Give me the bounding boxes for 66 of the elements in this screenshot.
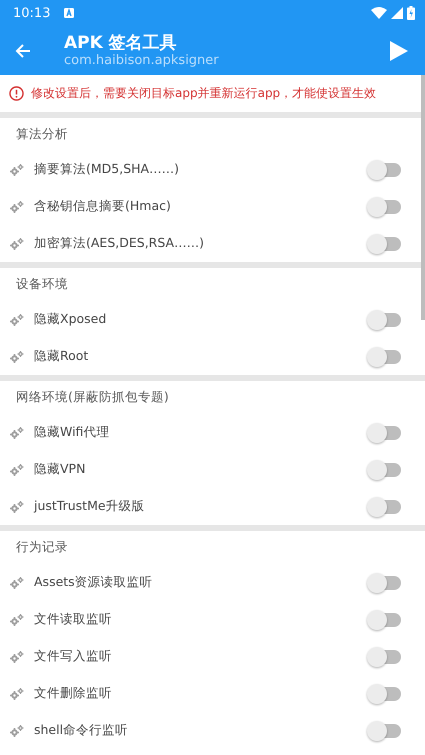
setting-row[interactable]: 加密算法(AES,DES,RSA……) xyxy=(0,225,425,262)
toggle-switch[interactable] xyxy=(369,162,401,176)
section-header: 行为记录 xyxy=(16,539,68,556)
gears-icon xyxy=(10,576,24,588)
setting-row[interactable]: 隐藏Wifi代理 xyxy=(0,414,425,451)
setting-label: 隐藏Xposed xyxy=(34,311,108,328)
setting-row[interactable]: justTrustMe升级版 xyxy=(0,488,425,525)
toggle-switch[interactable] xyxy=(369,612,401,626)
setting-row[interactable]: 文件删除监听 xyxy=(0,675,425,712)
setting-row[interactable]: 文件写入监听 xyxy=(0,638,425,675)
section-header: 算法分析 xyxy=(16,126,68,143)
setting-row[interactable]: 隐藏VPN xyxy=(0,451,425,488)
setting-row[interactable]: 含秘钥信息摘要(Hmac) xyxy=(0,188,425,225)
setting-row[interactable]: 摘要算法(MD5,SHA……) xyxy=(0,151,425,188)
gears-icon xyxy=(10,200,24,212)
setting-label: 加密算法(AES,DES,RSA……) xyxy=(34,235,205,252)
setting-label: justTrustMe升级版 xyxy=(34,498,146,515)
gears-icon xyxy=(10,464,24,476)
setting-label: 含秘钥信息摘要(Hmac) xyxy=(34,198,172,215)
toggle-switch[interactable] xyxy=(369,724,401,738)
setting-row[interactable]: shell命令行监听 xyxy=(0,712,425,749)
battery-icon xyxy=(407,6,415,20)
notification-icon xyxy=(64,8,74,18)
setting-row[interactable]: Assets资源读取监听 xyxy=(0,564,425,601)
section-header: 网络环境(屏蔽防抓包专题) xyxy=(16,389,169,406)
setting-row[interactable]: 文件读取监听 xyxy=(0,601,425,638)
setting-label: Assets资源读取监听 xyxy=(34,574,154,591)
gears-icon xyxy=(10,350,24,362)
setting-label: 隐藏Wifi代理 xyxy=(34,424,110,441)
wifi-icon xyxy=(371,7,387,19)
toggle-switch[interactable] xyxy=(369,500,401,514)
back-arrow-icon xyxy=(14,42,32,60)
toggle-switch[interactable] xyxy=(369,686,401,700)
gears-icon xyxy=(10,500,24,512)
setting-label: 文件删除监听 xyxy=(34,685,113,702)
gears-icon xyxy=(10,164,24,176)
section-header: 设备环境 xyxy=(16,276,68,293)
setting-row[interactable]: 隐藏Xposed xyxy=(0,301,425,338)
gears-icon xyxy=(10,314,24,326)
setting-label: 摘要算法(MD5,SHA……) xyxy=(34,161,180,178)
setting-label: 隐藏VPN xyxy=(34,461,86,478)
gears-icon xyxy=(10,238,24,250)
setting-label: 文件读取监听 xyxy=(34,611,113,628)
gears-icon xyxy=(10,614,24,626)
toggle-switch[interactable] xyxy=(369,650,401,664)
warning-icon xyxy=(9,86,24,101)
gears-icon xyxy=(10,650,24,662)
setting-label: 隐藏Root xyxy=(34,348,90,365)
setting-label: 文件写入监听 xyxy=(34,648,113,665)
app-title: APK 签名工具 xyxy=(64,32,178,53)
play-icon xyxy=(389,40,409,62)
toggle-switch[interactable] xyxy=(369,200,401,214)
package-name: com.haibison.apksigner xyxy=(64,52,220,68)
toggle-switch[interactable] xyxy=(369,462,401,476)
notice-text: 修改设置后，需要关闭目标app并重新运行app，才能使设置生效 xyxy=(31,85,376,102)
clock: 10:13 xyxy=(13,6,50,20)
gears-icon xyxy=(10,688,24,700)
toggle-switch[interactable] xyxy=(369,350,401,364)
gears-icon xyxy=(10,426,24,438)
toggle-switch[interactable] xyxy=(369,312,401,326)
signal-icon xyxy=(391,7,403,19)
toggle-switch[interactable] xyxy=(369,236,401,250)
setting-label: shell命令行监听 xyxy=(34,722,130,739)
setting-row[interactable]: 隐藏Root xyxy=(0,338,425,375)
toggle-switch[interactable] xyxy=(369,426,401,440)
gears-icon xyxy=(10,724,24,736)
